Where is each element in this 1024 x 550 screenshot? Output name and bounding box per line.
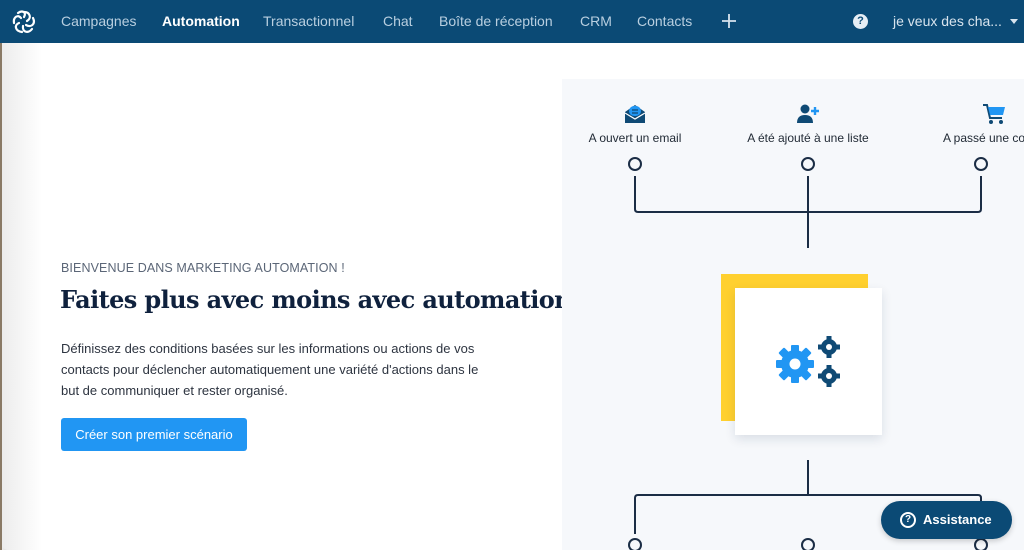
chevron-down-icon[interactable] [1010,19,1018,24]
assistance-label: Assistance [923,512,992,527]
account-menu[interactable]: je veux des cha... [893,0,1002,43]
plus-icon[interactable] [719,11,739,31]
nav-crm[interactable]: CRM [580,0,612,43]
nav-transactionnel[interactable]: Transactionnel [263,0,354,43]
open-envelope-icon [624,105,646,123]
shopping-cart-icon [983,104,1005,124]
trigger-node-3 [974,157,988,171]
trigger-label: A été ajouté à une liste [747,131,869,145]
create-first-scenario-button[interactable]: Créer son premier scénario [61,418,247,451]
trigger-label: A ouvert un email [588,131,682,145]
sendinblue-logo-icon[interactable] [10,8,38,36]
nav-contacts[interactable]: Contacts [637,0,692,43]
help-icon[interactable]: ? [853,14,868,29]
nav-chat[interactable]: Chat [383,0,413,43]
assistance-button[interactable]: ? Assistance [881,501,1012,539]
action-node-3 [974,538,988,550]
action-node-1 [628,538,642,550]
trigger-opened-email: A ouvert un email [580,103,690,145]
action-node-2 [801,538,815,550]
welcome-eyebrow: BIENVENUE DANS MARKETING AUTOMATION ! [61,261,345,275]
nav-boite-de-reception[interactable]: Boîte de réception [439,0,553,43]
gears-icon [776,336,840,387]
trigger-node-1 [628,157,642,171]
nav-automation[interactable]: Automation [162,0,240,43]
page-description: Définissez des conditions basées sur les… [61,341,479,398]
trigger-node-2 [801,157,815,171]
trigger-label: A passé une comm [942,131,1024,145]
automation-illustration: A ouvert un email A été ajouté à une lis… [562,79,1024,550]
page-title: Faites plus avec moins avec automation [60,285,572,314]
nav-campagnes[interactable]: Campagnes [61,0,137,43]
trigger-added-to-list: A été ajouté à une liste [738,103,878,145]
top-navigation-bar: Campagnes Automation Transactionnel Chat… [0,0,1024,43]
help-circle-icon: ? [900,512,916,528]
add-user-icon [797,104,819,123]
trigger-placed-order: A passé une comm [929,103,1024,145]
automation-card [735,288,882,435]
